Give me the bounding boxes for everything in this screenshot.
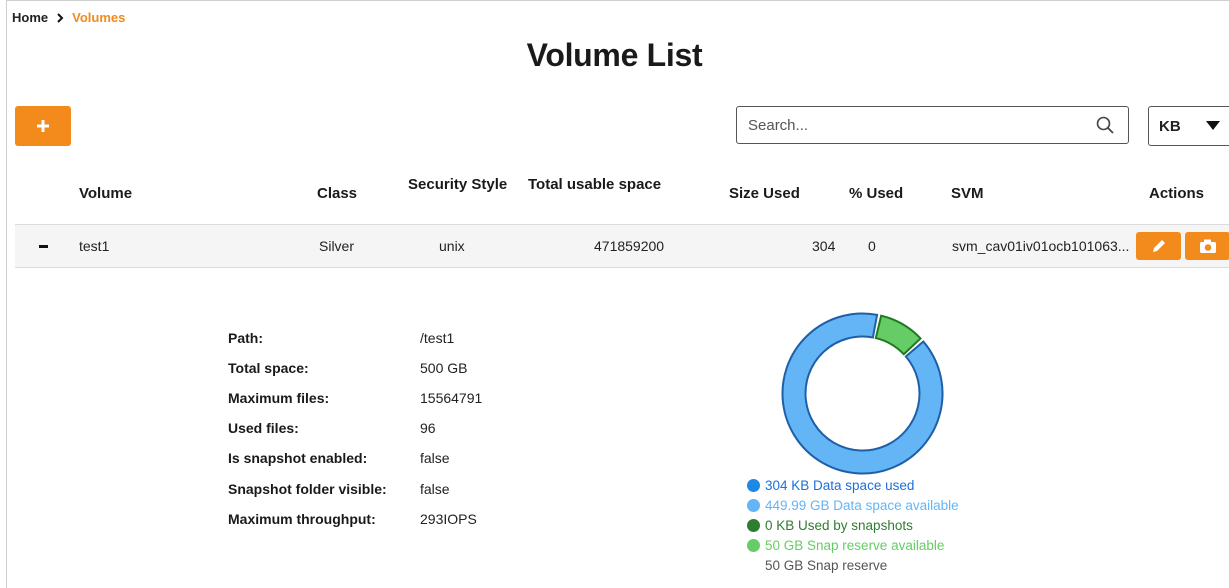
detail-path-value: /test1 xyxy=(420,330,455,346)
legend-dot xyxy=(747,518,760,532)
search-input[interactable] xyxy=(737,107,1077,143)
detail-max-files-label: Maximum files: xyxy=(228,390,330,406)
detail-max-throughput-value: 293IOPS xyxy=(420,511,477,527)
col-header-svm[interactable]: SVM xyxy=(951,185,984,202)
legend-dot xyxy=(747,538,760,552)
cell-class: Silver xyxy=(319,238,355,254)
collapse-row-button[interactable] xyxy=(37,237,51,251)
breadcrumb: Home Volumes xyxy=(12,10,125,25)
edit-icon xyxy=(1152,240,1165,252)
breadcrumb-current: Volumes xyxy=(72,10,126,25)
cell-total-usable-space: 471859200 xyxy=(594,238,665,254)
usage-donut-chart xyxy=(781,312,944,475)
detail-snapshot-enabled-label: Is snapshot enabled: xyxy=(228,450,368,466)
detail-snapshot-folder-value: false xyxy=(420,481,450,497)
search-icon[interactable] xyxy=(1096,116,1114,134)
add-volume-button[interactable] xyxy=(15,106,71,146)
detail-max-throughput-label: Maximum throughput: xyxy=(228,511,376,527)
legend-label: 50 GB Snap reserve available xyxy=(765,537,945,553)
caret-down-icon xyxy=(1206,121,1220,130)
detail-snapshot-folder-label: Snapshot folder visible: xyxy=(228,481,387,497)
breadcrumb-home-link[interactable]: Home xyxy=(12,10,48,25)
snapshot-volume-button[interactable] xyxy=(1185,232,1229,260)
page-frame xyxy=(6,0,1229,588)
detail-path-label: Path: xyxy=(228,330,263,346)
cell-pct-used: 0 xyxy=(868,238,876,254)
cell-security-style: unix xyxy=(439,238,465,254)
legend-dot xyxy=(747,498,760,512)
col-header-security-style[interactable]: Security Style xyxy=(408,176,507,193)
cell-svm: svm_cav01iv01ocb101063... xyxy=(952,238,1130,254)
detail-snapshot-enabled-value: false xyxy=(420,450,450,466)
col-header-class[interactable]: Class xyxy=(317,185,357,202)
search-box xyxy=(736,106,1129,144)
detail-total-space-value: 500 GB xyxy=(420,360,468,376)
detail-used-files-label: Used files: xyxy=(228,420,299,436)
plus-icon xyxy=(37,120,49,132)
edit-volume-button[interactable] xyxy=(1136,232,1181,260)
legend-item-snap-reserve: 50 GB Snap reserve xyxy=(747,555,959,575)
detail-used-files-value: 96 xyxy=(420,420,436,436)
legend-dot xyxy=(747,478,760,492)
camera-icon xyxy=(1199,239,1216,253)
chevron-right-icon xyxy=(57,12,64,23)
legend-label: 304 KB Data space used xyxy=(765,477,915,493)
legend-item-data-available: 449.99 GB Data space available xyxy=(747,495,959,515)
legend-label: 50 GB Snap reserve xyxy=(765,557,888,573)
unit-select[interactable]: KB xyxy=(1148,106,1229,146)
col-header-total-usable-space[interactable]: Total usable space xyxy=(528,176,661,193)
col-header-pct-used[interactable]: % Used xyxy=(849,185,903,202)
chart-legend: 304 KB Data space used 449.99 GB Data sp… xyxy=(747,475,959,575)
cell-volume: test1 xyxy=(79,238,110,254)
legend-item-data-used: 304 KB Data space used xyxy=(747,475,959,495)
detail-total-space-label: Total space: xyxy=(228,360,309,376)
col-header-actions: Actions xyxy=(1149,185,1205,202)
col-header-volume[interactable]: Volume xyxy=(79,185,132,202)
legend-label: 449.99 GB Data space available xyxy=(765,497,959,513)
legend-item-snap-reserve-available: 50 GB Snap reserve available xyxy=(747,535,959,555)
detail-max-files-value: 15564791 xyxy=(420,390,483,406)
col-header-size-used[interactable]: Size Used xyxy=(729,185,800,202)
legend-item-snap-used: 0 KB Used by snapshots xyxy=(747,515,959,535)
unit-select-value: KB xyxy=(1159,117,1181,135)
page-title: Volume List xyxy=(526,37,703,73)
legend-label: 0 KB Used by snapshots xyxy=(765,517,913,533)
cell-size-used: 304 xyxy=(812,238,836,254)
